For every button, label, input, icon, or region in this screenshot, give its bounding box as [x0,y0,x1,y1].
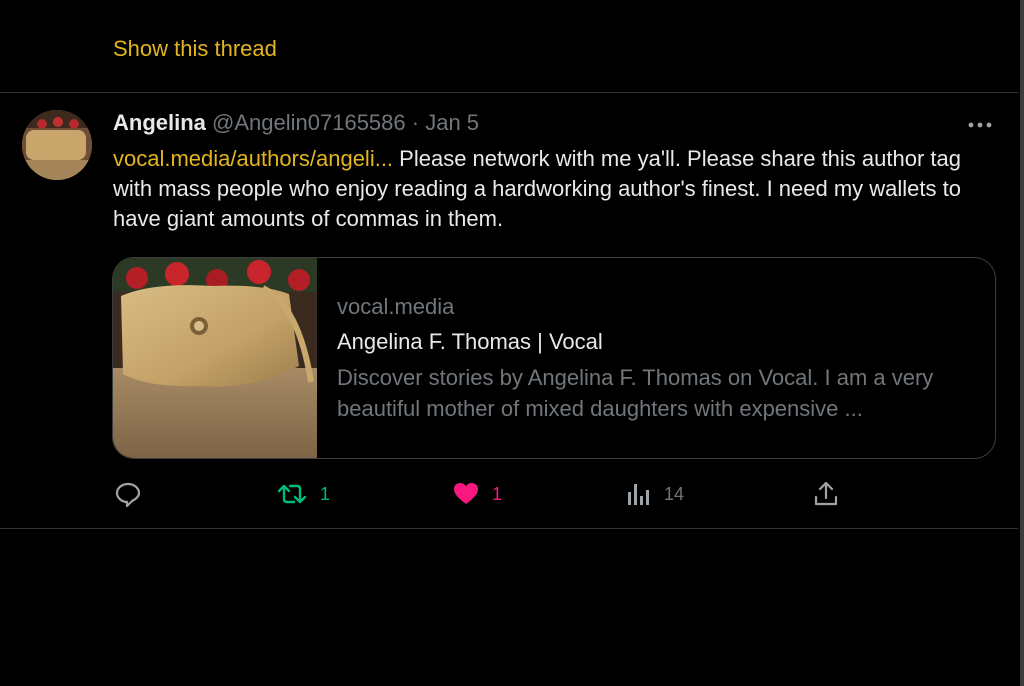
tweet-header: Angelina @Angelin07165586 · Jan 5 [113,110,479,136]
separator: · [411,110,420,135]
tweet-actions: 1 1 14 [0,477,1018,511]
show-thread-link[interactable]: Show this thread [113,36,277,62]
card-description: Discover stories by Angelina F. Thomas o… [337,365,934,421]
link-card[interactable]: vocal.media Angelina F. Thomas | Vocal D… [112,257,996,459]
more-options-button[interactable] [964,114,996,136]
card-title: Angelina F. Thomas | Vocal [337,329,603,354]
reply-button[interactable] [114,477,142,511]
card-domain: vocal.media [337,294,455,319]
share-button[interactable] [812,477,840,511]
tweet-date[interactable]: Jan 5 [425,110,479,135]
tweet-body: vocal.media/authors/angeli... Please net… [113,144,973,234]
views-button[interactable]: 14 [626,477,684,511]
reply-icon [115,482,141,508]
retweet-icon [277,484,307,504]
retweet-button[interactable]: 1 [276,477,330,511]
share-icon [814,481,838,506]
card-text: vocal.media Angelina F. Thomas | Vocal D… [337,292,977,424]
retweet-count: 1 [320,483,331,504]
views-icon [628,484,649,505]
card-image [113,258,317,458]
avatar[interactable] [22,110,92,180]
author-name[interactable]: Angelina [113,110,206,135]
heart-icon [454,483,478,504]
like-button[interactable]: 1 [452,477,502,511]
tweet[interactable]: Angelina @Angelin07165586 · Jan 5 vocal.… [0,92,1018,529]
right-border [1020,0,1024,686]
like-count: 1 [492,483,503,504]
thread-row: Show this thread [0,0,1018,93]
tweet-link[interactable]: vocal.media/authors/angeli... [113,146,393,171]
views-count: 14 [664,483,685,504]
author-handle[interactable]: @Angelin07165586 [212,110,406,135]
more-icon [968,122,992,128]
